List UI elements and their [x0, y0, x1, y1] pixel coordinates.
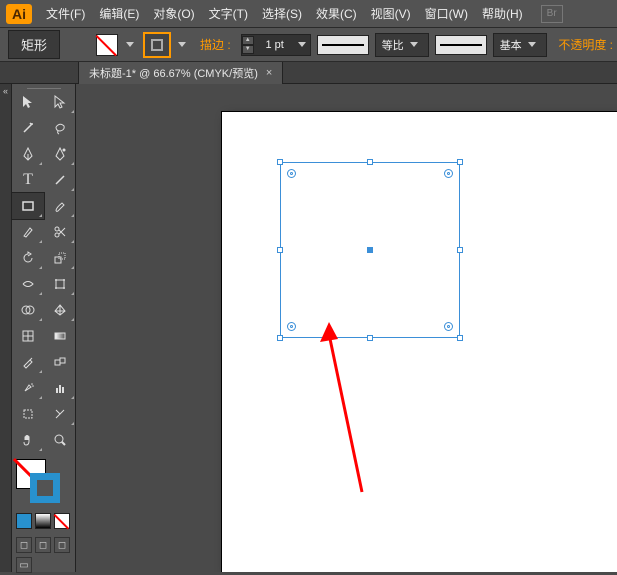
menu-select[interactable]: 选择(S) — [262, 5, 302, 22]
document-tab-bar: 未标题-1* @ 66.67% (CMYK/预览) × — [0, 62, 617, 84]
handle-top-left[interactable] — [277, 159, 283, 165]
draw-mode-row: ◻ ◻ ◻ — [12, 535, 75, 555]
blend-tool[interactable] — [44, 349, 76, 375]
stroke-down-icon[interactable]: ▼ — [242, 45, 254, 54]
free-transform-tool[interactable] — [44, 271, 76, 297]
close-icon[interactable]: × — [266, 67, 272, 79]
type-tool[interactable]: T — [12, 167, 44, 193]
menu-help[interactable]: 帮助(H) — [482, 5, 523, 22]
fill-stroke-area — [12, 453, 75, 511]
selection-tool[interactable] — [12, 89, 44, 115]
handle-top-middle[interactable] — [367, 159, 373, 165]
rectangle-tool[interactable] — [12, 193, 44, 219]
corner-widget-tl[interactable] — [287, 169, 296, 178]
zoom-tool[interactable] — [44, 427, 76, 453]
center-point[interactable] — [367, 247, 373, 253]
color-mode-row — [12, 511, 75, 535]
stroke-label: 描边 : — [200, 36, 231, 53]
scissors-tool[interactable] — [44, 219, 76, 245]
shape-label: 矩形 — [8, 30, 60, 59]
artboard-tool[interactable] — [12, 401, 44, 427]
corner-widget-tr[interactable] — [444, 169, 453, 178]
stroke-color-box[interactable] — [30, 473, 60, 503]
menu-view[interactable]: 视图(V) — [371, 5, 411, 22]
draw-inside-icon[interactable]: ◻ — [54, 537, 70, 553]
perspective-tool[interactable] — [44, 297, 76, 323]
corner-widget-bl[interactable] — [287, 322, 296, 331]
draw-normal-icon[interactable]: ◻ — [16, 537, 32, 553]
stroke-dropdown-caret[interactable] — [178, 42, 186, 47]
menu-effect[interactable]: 效果(C) — [316, 5, 357, 22]
stroke-weight-input[interactable]: ▲ ▼ — [241, 34, 311, 56]
main-area: « T — [0, 84, 617, 572]
none-color-icon[interactable] — [54, 513, 70, 529]
annotation-arrow-icon — [317, 322, 377, 502]
line-tool[interactable] — [44, 167, 76, 193]
screen-mode-icon[interactable]: ▭ — [16, 557, 32, 573]
gradient-color-icon[interactable] — [35, 513, 51, 529]
line-profile-dropdown[interactable]: 等比 — [375, 33, 429, 57]
brush-sample[interactable] — [435, 35, 487, 55]
artboard[interactable] — [222, 112, 617, 572]
direct-selection-tool[interactable] — [44, 89, 76, 115]
screen-mode-row: ▭ — [12, 555, 75, 575]
canvas-area[interactable] — [76, 84, 617, 572]
slice-tool[interactable] — [44, 401, 76, 427]
selected-rectangle[interactable] — [280, 162, 460, 338]
width-tool[interactable] — [12, 271, 44, 297]
menu-object[interactable]: 对象(O) — [153, 5, 194, 22]
curvature-pen-tool[interactable] — [44, 141, 76, 167]
stroke-swatch[interactable] — [144, 33, 170, 57]
menu-window[interactable]: 窗口(W) — [425, 5, 468, 22]
bridge-icon[interactable]: Br — [541, 5, 563, 23]
column-graph-tool[interactable] — [44, 375, 76, 401]
menu-type[interactable]: 文字(T) — [209, 5, 248, 22]
stroke-weight-field[interactable] — [254, 39, 296, 51]
fill-swatch[interactable] — [96, 34, 118, 56]
magic-wand-tool[interactable] — [12, 115, 44, 141]
document-tab[interactable]: 未标题-1* @ 66.67% (CMYK/预览) × — [78, 61, 283, 85]
paintbrush-tool[interactable] — [44, 193, 76, 219]
line-profile-sample[interactable] — [317, 35, 369, 55]
panel-collapse-strip[interactable]: « — [0, 84, 12, 572]
handle-bottom-left[interactable] — [277, 335, 283, 341]
symbol-sprayer-tool[interactable] — [12, 375, 44, 401]
solid-color-icon[interactable] — [16, 513, 32, 529]
collapse-chevron-icon: « — [3, 86, 8, 96]
handle-middle-right[interactable] — [457, 247, 463, 253]
menu-bar: Ai 文件(F) 编辑(E) 对象(O) 文字(T) 选择(S) 效果(C) 视… — [0, 0, 617, 28]
hand-tool[interactable] — [12, 427, 44, 453]
lasso-tool[interactable] — [44, 115, 76, 141]
pencil-tool[interactable] — [12, 219, 44, 245]
app-icon: Ai — [6, 4, 32, 24]
gradient-tool[interactable] — [44, 323, 76, 349]
brush-dropdown[interactable]: 基本 — [493, 33, 547, 57]
handle-top-right[interactable] — [457, 159, 463, 165]
stroke-up-icon[interactable]: ▲ — [242, 36, 254, 45]
handle-bottom-right[interactable] — [457, 335, 463, 341]
menu-edit[interactable]: 编辑(E) — [99, 5, 139, 22]
menu-file[interactable]: 文件(F) — [46, 5, 85, 22]
scale-tool[interactable] — [44, 245, 76, 271]
draw-behind-icon[interactable]: ◻ — [35, 537, 51, 553]
fill-dropdown-caret[interactable] — [126, 42, 134, 47]
document-tab-title: 未标题-1* @ 66.67% (CMYK/预览) — [89, 65, 258, 81]
eyedropper-tool[interactable] — [12, 349, 44, 375]
control-bar: 矩形 描边 : ▲ ▼ 等比 基本 不透明度 : — [0, 28, 617, 62]
pen-tool[interactable] — [12, 141, 44, 167]
handle-middle-left[interactable] — [277, 247, 283, 253]
toolbox: T — [12, 84, 76, 572]
mesh-tool[interactable] — [12, 323, 44, 349]
shape-builder-tool[interactable] — [12, 297, 44, 323]
stroke-weight-caret[interactable] — [298, 42, 306, 47]
opacity-label[interactable]: 不透明度 : — [558, 36, 613, 53]
handle-bottom-middle[interactable] — [367, 335, 373, 341]
corner-widget-br[interactable] — [444, 322, 453, 331]
rotate-tool[interactable] — [12, 245, 44, 271]
